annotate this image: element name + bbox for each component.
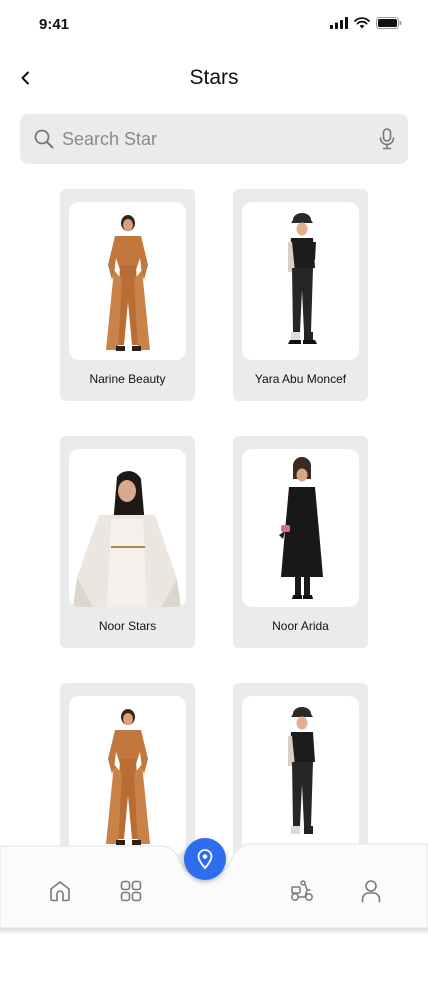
delivery-scooter-icon[interactable] (289, 879, 315, 903)
star-name: Noor Stars (98, 619, 157, 633)
star-name: Narine Beauty (89, 372, 166, 386)
model-black-outfit-image (287, 707, 315, 834)
model-white-dress-image (73, 471, 181, 607)
model-black-outfit-image (287, 213, 317, 344)
star-photo (242, 202, 359, 360)
wifi-icon (354, 17, 370, 29)
star-card[interactable]: Yara Abu Moncef (233, 189, 368, 401)
star-photo (242, 449, 359, 607)
user-icon[interactable] (360, 879, 382, 903)
status-icons (330, 17, 402, 29)
star-photo (242, 696, 359, 854)
star-name: Noor Arida (272, 619, 329, 633)
star-photo (69, 696, 186, 854)
microphone-icon[interactable] (378, 128, 396, 150)
signal-icon (330, 17, 348, 29)
status-time: 9:41 (39, 16, 70, 33)
star-card[interactable]: Noor Stars (60, 436, 195, 648)
search-bar (20, 114, 408, 164)
star-photo (69, 449, 186, 607)
location-button[interactable] (184, 838, 226, 880)
star-card[interactable]: Noor Arida (233, 436, 368, 648)
grid-icon[interactable] (119, 879, 143, 903)
star-photo (69, 202, 186, 360)
search-input[interactable] (62, 114, 362, 164)
battery-icon (376, 17, 402, 29)
star-card[interactable]: Narine Beauty (60, 189, 195, 401)
page-title: Stars (189, 66, 239, 89)
star-name: Yara Abu Moncef (254, 372, 347, 386)
nav-bar: Stars (0, 56, 428, 100)
status-bar: 9:41 (0, 0, 428, 50)
model-camel-outfit-image (105, 709, 150, 845)
model-black-coat-image (278, 457, 323, 599)
model-camel-outfit-image (105, 215, 150, 351)
search-icon (34, 129, 54, 149)
home-icon[interactable] (48, 879, 72, 903)
location-pin-icon (197, 849, 213, 869)
